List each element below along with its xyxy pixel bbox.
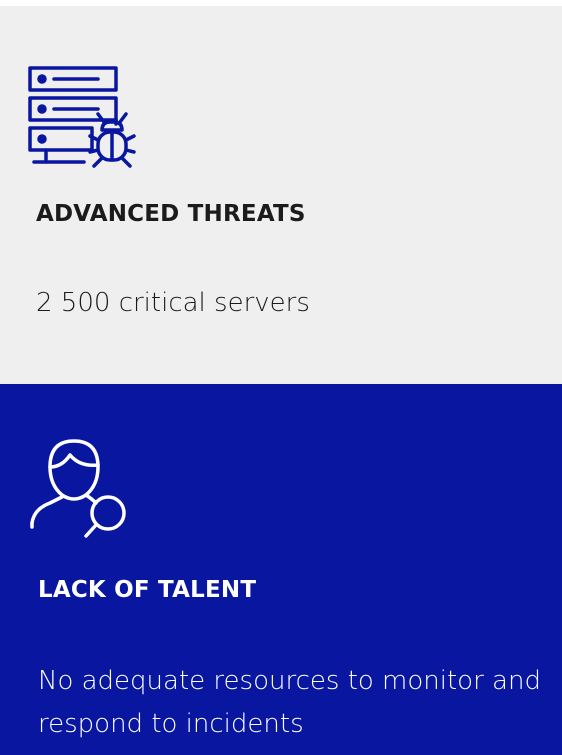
card-lack-of-talent: LACK OF TALENT No adequate resources to …: [0, 384, 562, 755]
card-advanced-threats: ADVANCED THREATS 2 500 critical servers: [0, 6, 562, 384]
person-search-icon: [30, 439, 126, 538]
card-title: ADVANCED THREATS: [36, 201, 306, 227]
card-description: No adequate resources to monitor and res…: [38, 666, 541, 739]
page: ADVANCED THREATS 2 500 critical servers …: [0, 0, 562, 755]
card-description: 2 500 critical servers: [36, 288, 310, 318]
card-title: LACK OF TALENT: [38, 577, 257, 603]
server-bug-icon: [28, 66, 136, 168]
